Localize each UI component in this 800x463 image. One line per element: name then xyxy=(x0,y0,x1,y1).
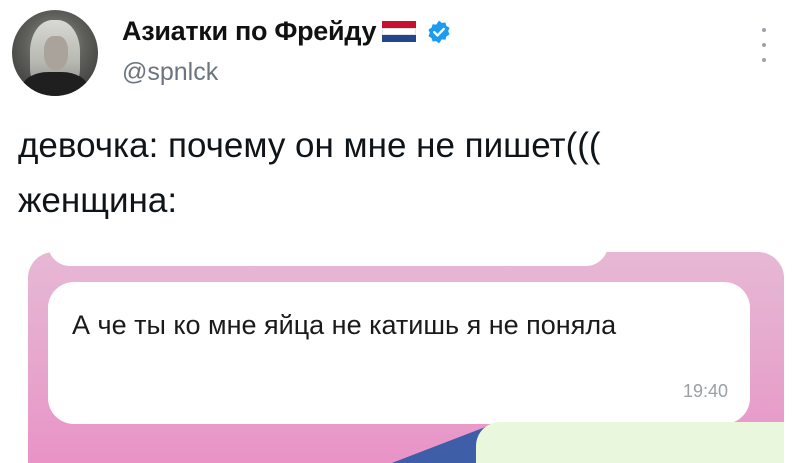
handle[interactable]: @spnlck xyxy=(122,58,218,87)
message-text: А че ты ко мне яйца не катишь я не понял… xyxy=(72,310,617,340)
message-time: 19:40 xyxy=(682,381,728,401)
attached-image[interactable]: А че ты ко мне яйца не катишь я не понял… xyxy=(28,252,784,463)
outgoing-message-bubble xyxy=(476,422,784,463)
incoming-message-bubble: А че ты ко мне яйца не катишь я не понял… xyxy=(48,282,750,424)
more-options-icon[interactable] xyxy=(760,28,768,62)
display-name[interactable]: Азиатки по Фрейду xyxy=(122,16,377,47)
verified-badge-icon xyxy=(428,20,450,43)
author-name-row[interactable]: Азиатки по Фрейду xyxy=(122,16,452,47)
avatar[interactable] xyxy=(12,10,98,96)
netherlands-flag-icon xyxy=(382,20,417,43)
avatar-coat xyxy=(22,72,88,96)
previous-message-bubble xyxy=(48,252,608,266)
tweet-text: девочка: почему он мне не пишет((( женщи… xyxy=(18,126,601,220)
avatar-face xyxy=(44,36,68,70)
